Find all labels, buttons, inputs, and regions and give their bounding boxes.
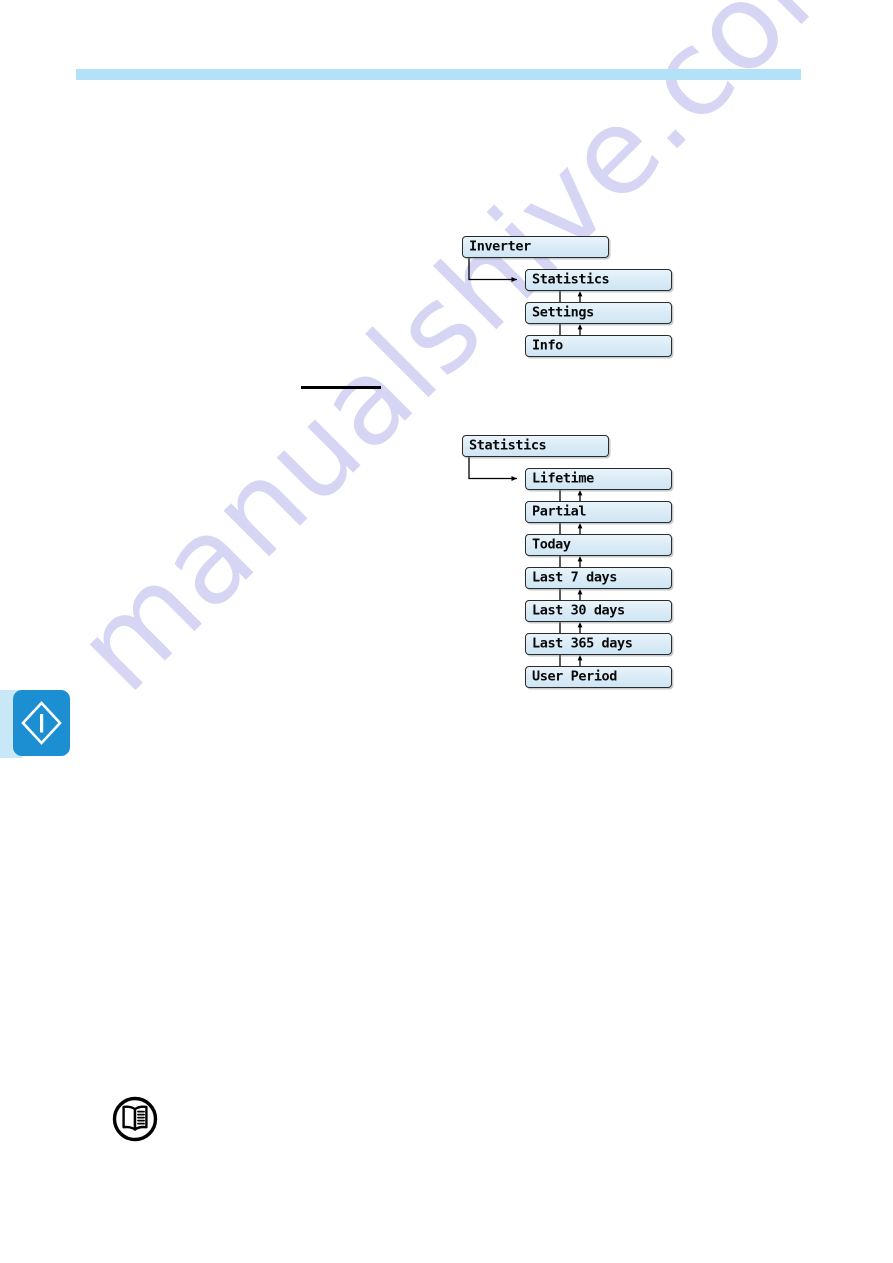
menu-box-label: Settings: [532, 304, 594, 321]
menu-box-label: Inverter: [469, 238, 531, 255]
stats-box-last-365-days[interactable]: Last 365 days: [525, 633, 672, 655]
menu-box-statistics[interactable]: Statistics: [525, 269, 672, 291]
stats-box-label: Today: [532, 536, 571, 553]
diagram-statistics-menu: Statistics Lifetime Partial Today Last 7…: [455, 429, 715, 699]
open-book-icon: [112, 1096, 158, 1142]
stats-box-today[interactable]: Today: [525, 534, 672, 556]
stats-box-label: Last 30 days: [532, 602, 625, 619]
stats-box-user-period[interactable]: User Period: [525, 666, 672, 688]
stats-box-partial[interactable]: Partial: [525, 501, 672, 523]
stats-box-label: Last 365 days: [532, 635, 633, 652]
menu-box-info[interactable]: Info: [525, 335, 672, 357]
menu-box-root[interactable]: Inverter: [462, 236, 609, 258]
stats-box-label: Lifetime: [532, 470, 594, 487]
stats-box-label: Statistics: [469, 437, 547, 454]
stats-box-last-7-days[interactable]: Last 7 days: [525, 567, 672, 589]
menu-box-label: Info: [532, 337, 563, 354]
stats-box-root[interactable]: Statistics: [462, 435, 609, 457]
menu-box-label: Statistics: [532, 271, 610, 288]
stats-box-label: User Period: [532, 668, 618, 685]
stats-box-last-30-days[interactable]: Last 30 days: [525, 600, 672, 622]
stats-box-label: Partial: [532, 503, 587, 520]
stats-box-label: Last 7 days: [532, 569, 618, 586]
warning-diamond-icon: [21, 701, 62, 745]
diagram-inverter-menu: Inverter Statistics Settings Info: [455, 230, 715, 370]
menu-box-settings[interactable]: Settings: [525, 302, 672, 324]
page-header-rule: [76, 69, 801, 80]
stats-box-lifetime[interactable]: Lifetime: [525, 468, 672, 490]
underline-rule: [301, 386, 381, 389]
section-tab-marker: [0, 690, 70, 758]
page-watermark: manualshive.com: [0, 0, 893, 1263]
